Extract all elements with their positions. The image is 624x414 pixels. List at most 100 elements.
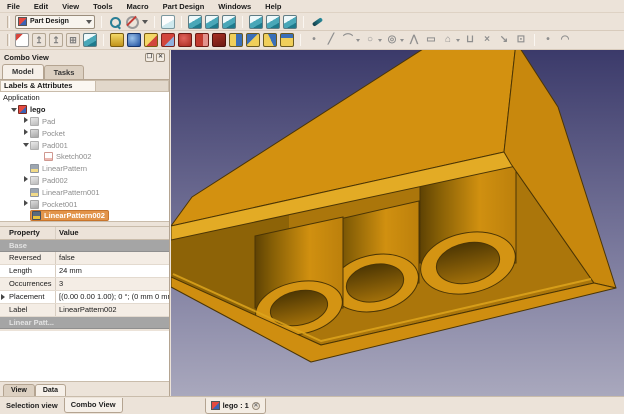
- conic-icon[interactable]: ◎: [385, 33, 399, 47]
- polygon-icon[interactable]: ⌂: [441, 33, 455, 47]
- tree-item-pocket001[interactable]: Pocket001: [0, 198, 169, 210]
- tree-item-linearpattern001[interactable]: LinearPattern001: [0, 186, 169, 198]
- arc-chevron-icon[interactable]: [356, 39, 360, 42]
- toolbar-separator: [534, 34, 535, 46]
- rectangle-icon[interactable]: ▭: [424, 33, 438, 47]
- close-document-icon[interactable]: ✕: [252, 402, 260, 410]
- left-view-icon[interactable]: [283, 15, 297, 29]
- pad-icon[interactable]: [110, 33, 124, 47]
- menu-file[interactable]: File: [0, 0, 27, 13]
- expander-closed-icon[interactable]: [1, 294, 5, 300]
- tree-item-sketch002[interactable]: Sketch002: [0, 151, 169, 163]
- line-icon[interactable]: ╱: [324, 33, 338, 47]
- validate-sketch-icon[interactable]: ⊞: [66, 33, 80, 47]
- construction-arc-icon[interactable]: ◠: [558, 33, 572, 47]
- tree-header: Labels & Attributes: [0, 80, 169, 92]
- external-geometry-icon[interactable]: ⊡: [514, 33, 528, 47]
- groove-icon[interactable]: [195, 33, 209, 47]
- tree-item-application[interactable]: Application: [0, 92, 169, 104]
- axonometric-view-icon[interactable]: [161, 15, 175, 29]
- tab-combo-view[interactable]: Combo View: [64, 398, 123, 413]
- conic-chevron-icon[interactable]: [400, 39, 404, 42]
- draw-style-chevron-icon[interactable]: [142, 20, 148, 24]
- tab-model[interactable]: Model: [2, 64, 44, 79]
- menu-tools[interactable]: Tools: [86, 0, 119, 13]
- fillet-icon[interactable]: [229, 33, 243, 47]
- boolean-icon[interactable]: [212, 33, 226, 47]
- hole-icon[interactable]: [161, 33, 175, 47]
- export-icon[interactable]: ↥: [49, 33, 63, 47]
- menu-windows[interactable]: Windows: [211, 0, 258, 13]
- close-panel-icon[interactable]: ✕: [156, 53, 165, 62]
- menu-view[interactable]: View: [55, 0, 86, 13]
- tree-item-pad[interactable]: Pad: [0, 116, 169, 128]
- tree-header-label[interactable]: Labels & Attributes: [0, 80, 96, 92]
- top-view-icon[interactable]: [205, 15, 219, 29]
- tree-item-linearpattern002-selected[interactable]: LinearPattern002: [0, 210, 169, 222]
- map-sketch-icon[interactable]: [83, 33, 97, 47]
- thickness-icon[interactable]: [280, 33, 294, 47]
- toolbar-separator: [300, 34, 301, 46]
- document-tab-label: lego : 1: [223, 401, 249, 410]
- measure-icon[interactable]: [310, 15, 324, 29]
- toolbar-grip[interactable]: [7, 34, 10, 46]
- tree-item-pad001[interactable]: Pad001: [0, 139, 169, 151]
- property-row-label[interactable]: Label LinearPattern002: [0, 304, 169, 317]
- property-row-placement[interactable]: Placement [(0.00 0.00 1.00); 0 °; (0 mm …: [0, 291, 169, 304]
- float-panel-icon[interactable]: ❐: [145, 53, 154, 62]
- trim-icon[interactable]: ×: [480, 33, 494, 47]
- tree-item-pocket[interactable]: Pocket: [0, 127, 169, 139]
- property-column-header[interactable]: Property: [0, 227, 56, 239]
- tree-item-lego[interactable]: lego: [0, 104, 169, 116]
- property-group-linear-pattern[interactable]: Linear Patt...: [0, 317, 169, 329]
- import-icon[interactable]: ↥: [32, 33, 46, 47]
- property-header-row: Property Value: [0, 227, 169, 240]
- menu-part-design[interactable]: Part Design: [156, 0, 212, 13]
- toolbar-partdesign: ↥ ↥ ⊞ • ╱ ⌒ ○ ◎ ⋀ ▭ ⌂ ⊔ × ↘ ⊡ • ◠: [0, 31, 624, 50]
- document-tab-lego[interactable]: lego : 1 ✕: [205, 398, 266, 414]
- value-column-header[interactable]: Value: [56, 227, 169, 239]
- revolution-icon[interactable]: [127, 33, 141, 47]
- arc-icon[interactable]: ⌒: [341, 33, 355, 47]
- extend-icon[interactable]: ↘: [497, 33, 511, 47]
- property-editor: Property Value Base Reversed false Lengt…: [0, 227, 169, 329]
- polyline-icon[interactable]: ⋀: [407, 33, 421, 47]
- pocket-feature-icon: [30, 129, 39, 138]
- property-row-occurrences[interactable]: Occurrences 3: [0, 278, 169, 291]
- point-icon[interactable]: •: [307, 33, 321, 47]
- tab-data[interactable]: Data: [35, 384, 66, 396]
- menu-macro[interactable]: Macro: [120, 0, 156, 13]
- tree-item-pad002[interactable]: Pad002: [0, 175, 169, 187]
- polygon-chevron-icon[interactable]: [456, 39, 460, 42]
- tab-tasks[interactable]: Tasks: [44, 65, 85, 79]
- workbench-selector[interactable]: Part Design: [15, 15, 95, 29]
- property-row-reversed[interactable]: Reversed false: [0, 252, 169, 265]
- bottom-view-icon[interactable]: [266, 15, 280, 29]
- property-row-length[interactable]: Length 24 mm: [0, 265, 169, 278]
- 3d-viewport[interactable]: [171, 50, 624, 396]
- draw-style-icon[interactable]: [125, 15, 139, 29]
- front-view-icon[interactable]: [188, 15, 202, 29]
- toolbar-grip[interactable]: [7, 16, 10, 28]
- new-document-icon[interactable]: [15, 33, 29, 47]
- menu-edit[interactable]: Edit: [27, 0, 55, 13]
- additive-cylinder-icon[interactable]: [178, 33, 192, 47]
- right-view-icon[interactable]: [222, 15, 236, 29]
- chamfer-icon[interactable]: [246, 33, 260, 47]
- circle-icon[interactable]: ○: [363, 33, 377, 47]
- construction-point-icon[interactable]: •: [541, 33, 555, 47]
- toolbar-separator: [101, 16, 102, 28]
- pocket-icon[interactable]: [144, 33, 158, 47]
- slot-icon[interactable]: ⊔: [463, 33, 477, 47]
- fit-all-icon[interactable]: [108, 15, 122, 29]
- tab-view[interactable]: View: [3, 384, 35, 396]
- tree-item-linearpattern[interactable]: LinearPattern: [0, 163, 169, 175]
- menu-help[interactable]: Help: [258, 0, 288, 13]
- tab-selection-view[interactable]: Selection view: [0, 398, 64, 414]
- 3d-scene[interactable]: [171, 50, 624, 396]
- draft-icon[interactable]: [263, 33, 277, 47]
- circle-chevron-icon[interactable]: [378, 39, 382, 42]
- pocket-feature-icon: [30, 200, 39, 209]
- rear-view-icon[interactable]: [249, 15, 263, 29]
- property-group-base[interactable]: Base: [0, 240, 169, 252]
